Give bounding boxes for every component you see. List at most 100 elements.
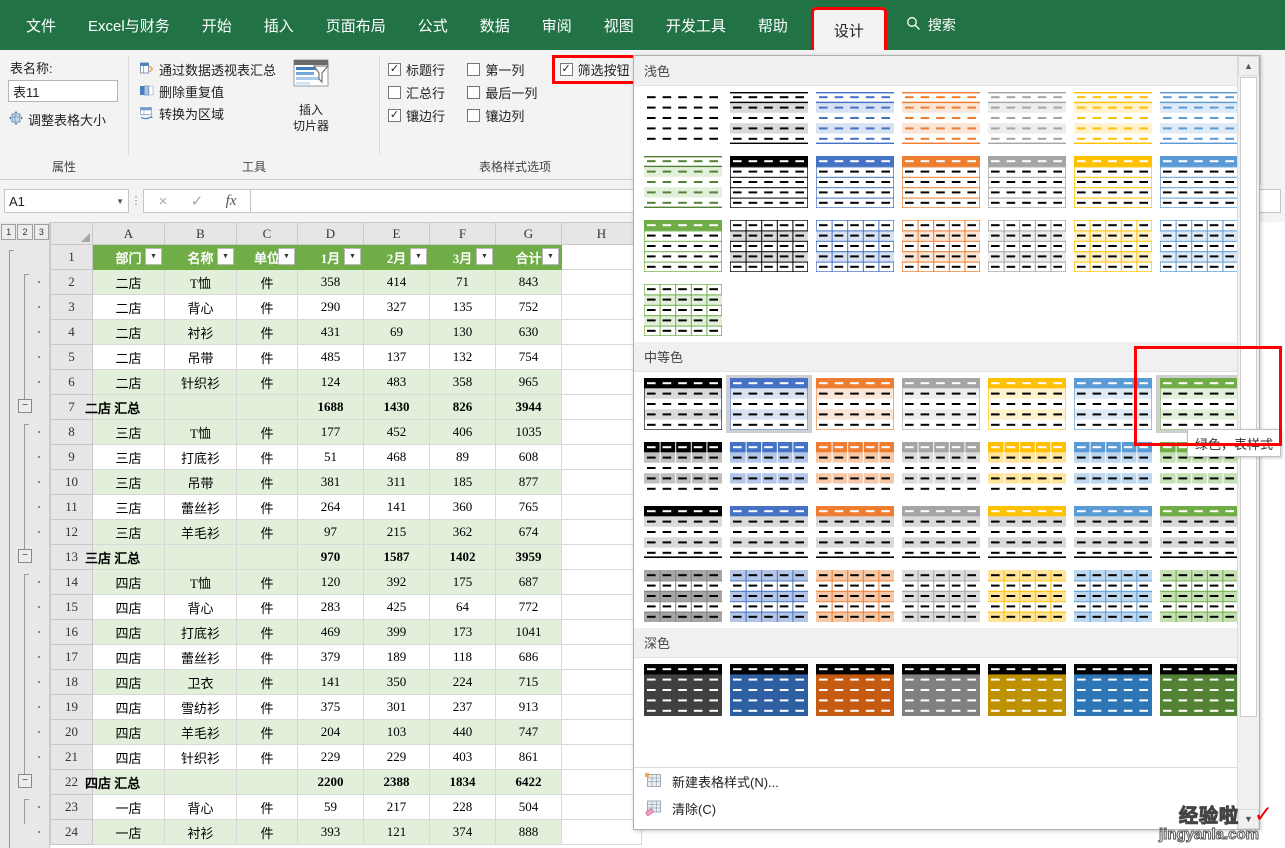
data-cell[interactable]: 件 [236,619,298,645]
filter-button-icon[interactable]: ▼ [278,248,295,265]
empty-cell[interactable] [561,819,642,845]
data-cell[interactable]: 件 [236,819,298,845]
subtotal-cell[interactable]: 6422 [495,769,562,795]
data-cell[interactable]: 一店 [92,794,165,820]
table-style-thumbnail[interactable] [812,375,898,433]
subtotal-cell[interactable]: 3944 [495,394,562,420]
data-cell[interactable]: 件 [236,644,298,670]
data-cell[interactable]: 452 [363,419,430,445]
data-cell[interactable]: 403 [429,744,496,770]
data-cell[interactable]: 件 [236,594,298,620]
data-cell[interactable]: 件 [236,694,298,720]
table-style-thumbnail[interactable] [984,89,1070,147]
data-cell[interactable]: 425 [363,594,430,620]
data-cell[interactable]: 衬衫 [164,819,237,845]
column-header-C[interactable]: C [236,222,298,245]
data-cell[interactable]: 752 [495,294,562,320]
table-style-thumbnail[interactable] [898,375,984,433]
data-cell[interactable]: 118 [429,644,496,670]
empty-cell[interactable] [561,444,642,470]
column-header-E[interactable]: E [363,222,430,245]
outline-collapse-button-row-7[interactable]: − [18,399,32,413]
subtotal-cell[interactable] [236,544,298,570]
empty-cell[interactable] [561,319,642,345]
data-cell[interactable]: 打底衫 [164,619,237,645]
summarize-with-pivottable-button[interactable]: 通过数据透视表汇总 [139,60,276,79]
table-style-thumbnail[interactable] [1070,89,1156,147]
data-cell[interactable]: 360 [429,494,496,520]
subtotal-label-cell[interactable]: 四店 汇总 [85,769,165,795]
row-header-15[interactable]: 15 [50,594,93,620]
empty-cell[interactable] [561,619,642,645]
row-header-4[interactable]: 4 [50,319,93,345]
row-header-5[interactable]: 5 [50,344,93,370]
data-cell[interactable]: 406 [429,419,496,445]
data-cell[interactable]: 件 [236,569,298,595]
row-header-11[interactable]: 11 [50,494,93,520]
name-box[interactable]: A1 ▼ [4,189,129,213]
row-header-12[interactable]: 12 [50,519,93,545]
data-cell[interactable]: 120 [297,569,364,595]
data-cell[interactable]: 卫衣 [164,669,237,695]
row-header-19[interactable]: 19 [50,694,93,720]
table-style-thumbnail[interactable] [898,217,984,275]
table-style-thumbnail[interactable] [898,567,984,625]
subtotal-cell[interactable]: 1834 [429,769,496,795]
row-header-23[interactable]: 23 [50,794,93,820]
filter-button-icon[interactable]: ▼ [344,248,361,265]
data-cell[interactable]: 件 [236,344,298,370]
data-cell[interactable]: 217 [363,794,430,820]
empty-cell[interactable] [561,744,642,770]
data-cell[interactable]: 羊毛衫 [164,719,237,745]
data-cell[interactable]: 四店 [92,594,165,620]
data-cell[interactable]: 针织衫 [164,744,237,770]
empty-cell[interactable] [561,694,642,720]
data-cell[interactable]: 393 [297,819,364,845]
data-cell[interactable]: 358 [429,369,496,395]
data-cell[interactable]: 130 [429,319,496,345]
data-cell[interactable]: 237 [429,694,496,720]
data-cell[interactable]: 374 [429,819,496,845]
table-style-thumbnail[interactable] [1156,661,1237,719]
empty-cell[interactable] [561,669,642,695]
data-cell[interactable]: 雪纺衫 [164,694,237,720]
data-cell[interactable]: 861 [495,744,562,770]
ribbon-tab-2[interactable]: 开始 [188,9,246,42]
data-cell[interactable]: 64 [429,594,496,620]
data-cell[interactable]: 483 [363,369,430,395]
subtotal-cell[interactable] [164,394,237,420]
filter-button-icon[interactable]: ▼ [217,248,234,265]
data-cell[interactable]: 二店 [92,269,165,295]
data-cell[interactable]: 414 [363,269,430,295]
new-table-style-item[interactable]: 新建表格样式(N)... [634,768,1237,795]
data-cell[interactable]: 69 [363,319,430,345]
data-cell[interactable]: 468 [363,444,430,470]
data-cell[interactable]: 三店 [92,519,165,545]
table-style-thumbnail[interactable] [1070,567,1156,625]
table-style-thumbnail[interactable] [898,89,984,147]
ribbon-tab-3[interactable]: 插入 [250,9,308,42]
data-cell[interactable]: 一店 [92,819,165,845]
table-style-thumbnail[interactable] [640,439,726,497]
data-cell[interactable]: 301 [363,694,430,720]
subtotal-cell[interactable] [164,769,237,795]
row-header-2[interactable]: 2 [50,269,93,295]
style-option-0[interactable]: ✓ 标题行 [388,60,457,79]
data-cell[interactable]: 四店 [92,694,165,720]
data-cell[interactable]: 843 [495,269,562,295]
data-cell[interactable]: 350 [363,669,430,695]
empty-cell[interactable] [561,769,642,795]
ribbon-tab-11[interactable]: 设计 [810,6,887,54]
data-cell[interactable]: 215 [363,519,430,545]
data-cell[interactable]: 四店 [92,569,165,595]
row-header-14[interactable]: 14 [50,569,93,595]
data-cell[interactable]: 264 [297,494,364,520]
table-style-thumbnail[interactable] [640,661,726,719]
empty-cell[interactable] [561,269,642,295]
table-style-thumbnail[interactable] [812,153,898,211]
data-cell[interactable]: 124 [297,369,364,395]
checkbox-icon[interactable] [388,86,401,99]
data-cell[interactable]: 747 [495,719,562,745]
data-cell[interactable]: 765 [495,494,562,520]
subtotal-cell[interactable] [236,769,298,795]
